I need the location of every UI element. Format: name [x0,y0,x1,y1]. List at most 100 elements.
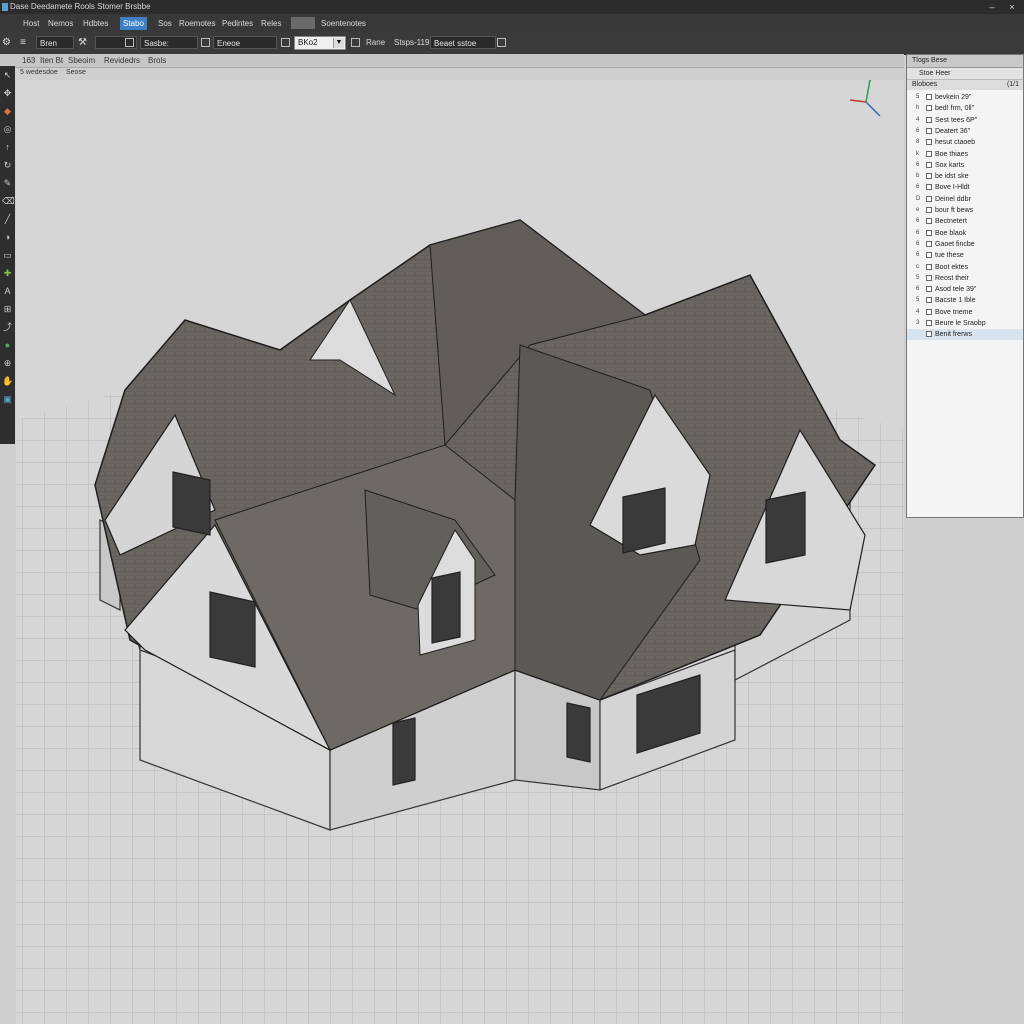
menu-item-stabo[interactable]: Stabo [120,17,147,30]
panel-row[interactable]: 8 hesut ctaoeb [907,137,1023,148]
eraser-icon[interactable]: ⌫ [2,196,15,207]
menu-item-nemos[interactable]: Nemos [45,17,76,30]
pan-tool-icon[interactable]: ✋ [2,376,13,387]
panel-row[interactable]: 6 Deatert 36" [907,126,1023,137]
row-visibility-checkbox[interactable] [926,139,932,146]
row-visibility-checkbox[interactable] [926,161,932,168]
panel-row[interactable]: 6 Gaoet fincbe [907,239,1023,250]
row-visibility-checkbox[interactable] [926,297,932,304]
row-visibility-checkbox[interactable] [926,263,932,270]
minimize-icon[interactable]: – [984,0,1000,14]
menu-item-reles[interactable]: Reles [258,17,284,30]
panel-row[interactable]: 6 Bectnetert [907,216,1023,227]
row-visibility-checkbox[interactable] [926,184,932,191]
menu-item-pedintes[interactable]: Pedintes [219,17,256,30]
follow-me-icon[interactable]: ⤴ [2,322,13,333]
mode-field[interactable]: Eneoe [213,36,277,49]
panel-row[interactable]: 6 tue these [907,250,1023,261]
row-visibility-checkbox[interactable] [926,331,932,338]
row-visibility-checkbox[interactable] [926,218,932,225]
render-icon[interactable] [351,38,360,47]
row-visibility-checkbox[interactable] [926,105,932,112]
model-canvas[interactable]: 7 [16,80,904,1024]
name-field[interactable]: Bren [36,36,74,49]
text-tool-icon[interactable]: A [2,286,13,297]
render-label[interactable]: Rane [366,36,385,50]
row-visibility-checkbox[interactable] [926,274,932,281]
scale-field[interactable]: Sasbe: [140,36,198,49]
line-tool-icon[interactable]: ╱ [2,214,13,225]
row-visibility-checkbox[interactable] [926,240,932,247]
row-visibility-checkbox[interactable] [926,127,932,134]
sub-item-1[interactable]: Seose [66,68,86,78]
steps-label[interactable]: Stsps-119 [394,36,429,50]
layers-icon[interactable]: ≡ [20,36,26,50]
options-icon[interactable] [201,38,210,47]
panel-row[interactable]: 6 Sox karts [907,160,1023,171]
tools-icon[interactable]: ⚒ [78,36,87,50]
panel-row[interactable]: 6 Asod tele 39" [907,284,1023,295]
tab-163[interactable]: 163 [22,55,35,66]
panel-row[interactable]: 4 Bove tneme [907,307,1023,318]
rotate-tool-icon[interactable]: ↻ [2,160,13,171]
close-icon[interactable]: × [1004,0,1020,14]
panel-row[interactable]: k Boe thiaes [907,149,1023,160]
sub-item-0[interactable]: 5 wedesdoe [20,68,58,78]
panel-row[interactable]: 4 Sest tees 6P" [907,115,1023,126]
select-tool-icon[interactable]: ↖ [2,70,13,81]
panel-row[interactable]: c Boot ektes [907,262,1023,273]
menu-color-swatch[interactable] [291,17,315,29]
tab-revidedrs[interactable]: Revidedrs [104,55,140,66]
row-visibility-checkbox[interactable] [926,150,932,157]
row-visibility-checkbox[interactable] [926,252,932,259]
paint-tool-icon[interactable]: ◆ [2,106,13,117]
row-visibility-checkbox[interactable] [926,308,932,315]
menu-item-soentenotes[interactable]: Soentenotes [318,17,369,30]
shape-tool-icon[interactable]: ◑ [2,232,13,243]
tape-measure-icon[interactable]: ✚ [2,268,13,279]
rectangle-tool-icon[interactable]: ▭ [2,250,13,261]
panel-row[interactable]: 3 Beure le Sraobp [907,318,1023,329]
tab-sbeoim[interactable]: Sbeoim [68,55,95,66]
view-select[interactable]: BKo2 ▼ [294,36,346,50]
row-visibility-checkbox[interactable] [926,116,932,123]
apply-icon[interactable] [497,38,506,47]
menu-item-hdbtes[interactable]: Hdbtes [80,17,111,30]
panel-row[interactable]: D Deinel ddbr [907,194,1023,205]
tab-brols[interactable]: Brols [148,55,166,66]
panel-row[interactable]: 5 bevkein 29" [907,92,1023,103]
scene-tool-icon[interactable]: ▣ [2,394,13,405]
panel-row[interactable]: Benit frerws [907,329,1023,341]
pencil-icon[interactable]: ✎ [2,178,13,189]
section-tool-icon[interactable]: ⊞ [2,304,13,315]
menu-item-host[interactable]: Host [20,17,42,30]
grid-icon[interactable] [281,38,290,47]
panel-row[interactable]: e bour ft bews [907,205,1023,216]
row-visibility-checkbox[interactable] [926,207,932,213]
row-visibility-checkbox[interactable] [926,195,932,202]
snap-icon[interactable]: ⚙ [2,36,11,50]
walk-tool-icon[interactable]: ● [2,340,13,351]
panel-row[interactable]: h bed! frm, 0ll" [907,103,1023,114]
menu-item-roemotes[interactable]: Roemotes [176,17,218,30]
base-field[interactable]: Beaet sstoe [430,36,496,49]
panel-row[interactable]: 5 Bacste 1 Ible [907,295,1023,306]
row-visibility-checkbox[interactable] [926,173,932,180]
tab-iten[interactable]: Iten Bt [40,55,63,66]
zoom-tool-icon[interactable]: ⊕ [2,358,13,369]
row-visibility-checkbox[interactable] [926,320,932,326]
panel-row[interactable]: b be idst ske [907,171,1023,182]
row-visibility-checkbox[interactable] [926,94,932,100]
panel-row[interactable]: 6 Boe blaok [907,228,1023,239]
row-visibility-checkbox[interactable] [926,286,932,293]
model-viewport[interactable]: 7 [16,80,904,1024]
menu-item-sos[interactable]: Sos [155,17,175,30]
panel-row[interactable]: 5 Reost their [907,273,1023,284]
row-visibility-checkbox[interactable] [926,229,932,236]
move-tool-icon[interactable]: ✥ [2,88,13,99]
chevron-down-icon[interactable]: ▼ [333,38,344,48]
toggle-icon[interactable] [125,38,134,47]
panel-row[interactable]: 6 Bove I-Hldt [907,182,1023,193]
orbit-tool-icon[interactable]: ◎ [2,124,13,135]
push-pull-icon[interactable]: ↑ [2,142,13,153]
